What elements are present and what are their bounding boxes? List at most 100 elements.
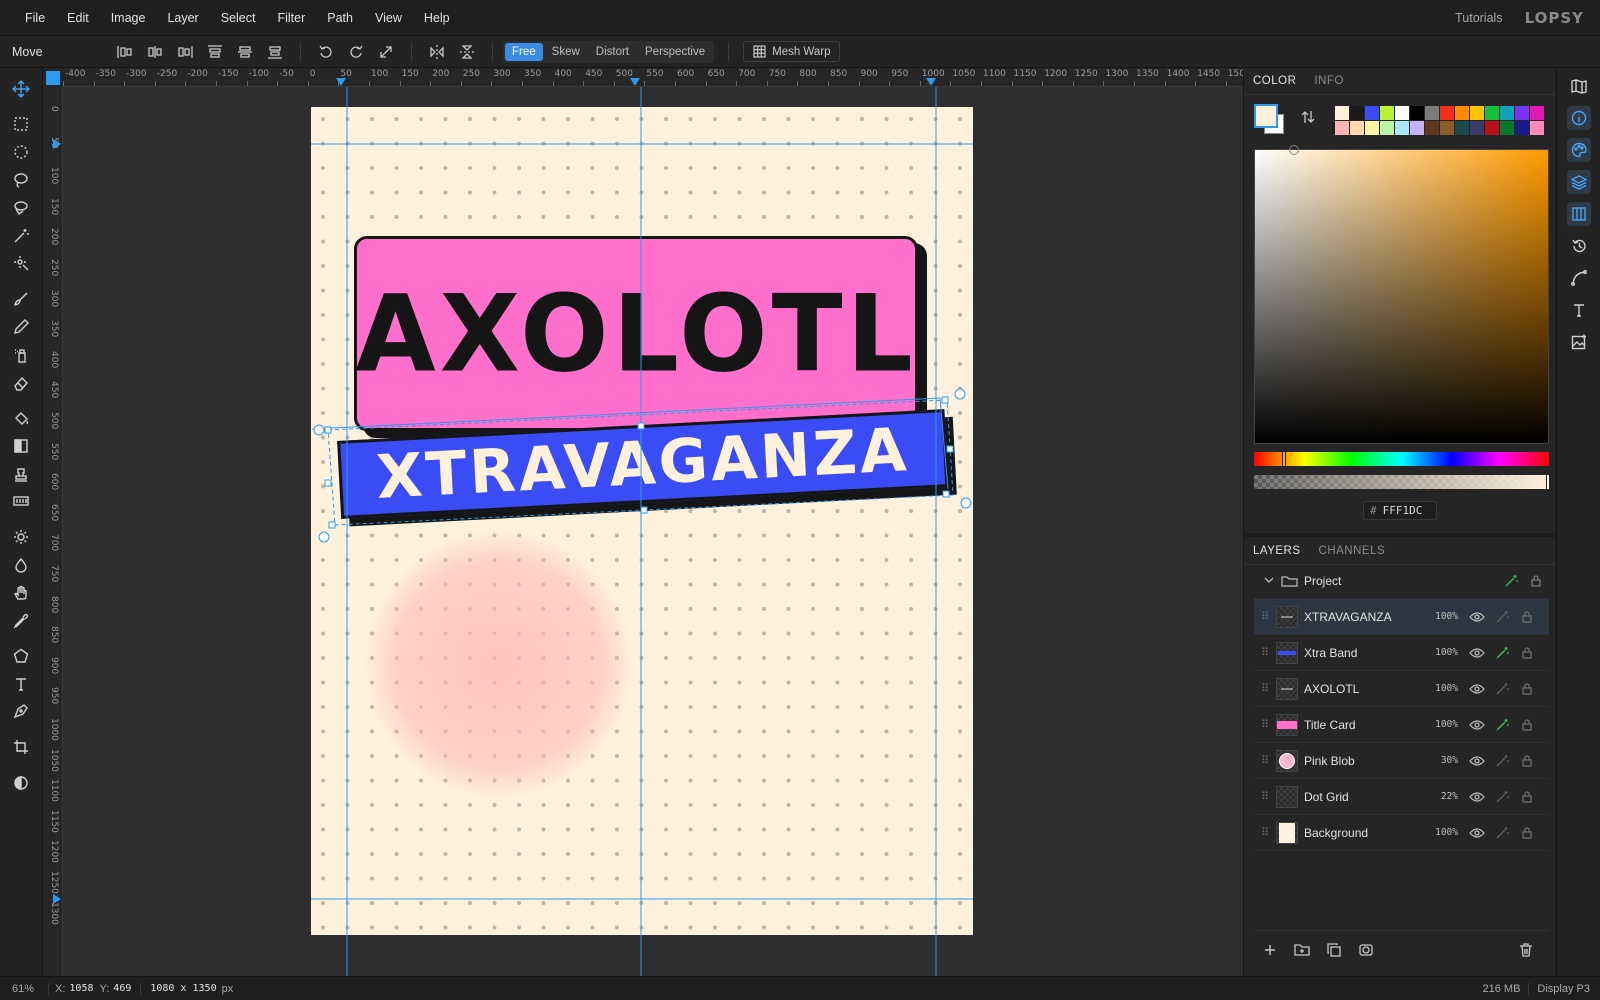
lock-toggle[interactable]	[1514, 718, 1539, 732]
delete-layer-button[interactable]	[1518, 942, 1534, 961]
visibility-toggle[interactable]	[1464, 611, 1489, 623]
visibility-toggle[interactable]	[1464, 647, 1489, 659]
menu-select[interactable]: Select	[210, 11, 267, 25]
color-swatch[interactable]	[1440, 106, 1454, 120]
menu-help[interactable]: Help	[413, 11, 461, 25]
drag-handle-icon[interactable]: ⠿	[1254, 610, 1276, 623]
zoom-level[interactable]: 61%	[0, 983, 42, 995]
canvas-workspace[interactable]: AXOLOTL XTRAVAGANZA	[63, 87, 1243, 976]
guide-marker[interactable]	[53, 139, 61, 149]
layer-row[interactable]: ⠿ Title Card 100%	[1254, 707, 1549, 743]
color-swatch[interactable]	[1515, 106, 1529, 120]
color-swatch[interactable]	[1380, 121, 1394, 135]
navigator-panel-button[interactable]	[1567, 74, 1591, 98]
pen-tool[interactable]	[7, 698, 35, 724]
history-panel-button[interactable]	[1567, 234, 1591, 258]
group-lock-toggle[interactable]	[1523, 574, 1548, 588]
menu-layer[interactable]: Layer	[156, 11, 209, 25]
color-swatch[interactable]	[1530, 106, 1544, 120]
drag-handle-icon[interactable]: ⠿	[1254, 754, 1276, 767]
add-layer-button[interactable]	[1262, 942, 1278, 961]
tab-info[interactable]: INFO	[1305, 68, 1352, 95]
color-swatch[interactable]	[1500, 121, 1514, 135]
tab-layers[interactable]: LAYERS	[1244, 538, 1310, 565]
layer-opacity[interactable]: 100%	[1424, 827, 1458, 838]
color-panel-button[interactable]	[1567, 138, 1591, 162]
drag-handle-icon[interactable]: ⠿	[1254, 826, 1276, 839]
visibility-toggle[interactable]	[1464, 827, 1489, 839]
document-canvas[interactable]: AXOLOTL XTRAVAGANZA	[311, 107, 973, 935]
layer-row[interactable]: ⠿ Dot Grid 22%	[1254, 779, 1549, 815]
color-swatch[interactable]	[1440, 121, 1454, 135]
pattern-tool[interactable]	[7, 488, 35, 514]
flip-vertical-button[interactable]	[454, 41, 480, 63]
mesh-warp-button[interactable]: Mesh Warp	[743, 41, 841, 62]
tab-channels[interactable]: CHANNELS	[1310, 538, 1395, 565]
color-swatch[interactable]	[1410, 121, 1424, 135]
color-swatch[interactable]	[1455, 121, 1469, 135]
mode-distort-button[interactable]: Distort	[589, 43, 636, 61]
layer-row[interactable]: ⠿ Pink Blob 30%	[1254, 743, 1549, 779]
scale-button[interactable]	[373, 41, 399, 63]
hue-slider[interactable]	[1254, 451, 1549, 467]
layer-opacity[interactable]: 22%	[1424, 791, 1458, 802]
lock-toggle[interactable]	[1514, 646, 1539, 660]
saturation-value-picker[interactable]	[1254, 145, 1549, 444]
layer-opacity[interactable]: 100%	[1424, 719, 1458, 730]
rect-select-tool[interactable]	[7, 111, 35, 137]
visibility-toggle[interactable]	[1464, 755, 1489, 767]
duplicate-layer-button[interactable]	[1326, 942, 1342, 961]
menu-edit[interactable]: Edit	[56, 11, 100, 25]
drag-handle-icon[interactable]: ⠿	[1254, 790, 1276, 803]
flip-horizontal-button[interactable]	[424, 41, 450, 63]
hex-value[interactable]: FFF1DC	[1383, 504, 1423, 517]
image-panel-button[interactable]	[1567, 330, 1591, 354]
mode-free-button[interactable]: Free	[505, 42, 543, 61]
menu-file[interactable]: File	[14, 11, 56, 25]
picker-cursor[interactable]	[1289, 145, 1299, 155]
rotate-cw-button[interactable]	[343, 41, 369, 63]
lock-toggle[interactable]	[1514, 790, 1539, 804]
color-swatch[interactable]	[1485, 121, 1499, 135]
color-swatch[interactable]	[1470, 106, 1484, 120]
alpha-slider-handle[interactable]	[1546, 474, 1550, 490]
align-right-button[interactable]	[172, 41, 198, 63]
eyedropper-tool[interactable]	[7, 608, 35, 634]
magnetic-lasso-tool[interactable]	[7, 195, 35, 221]
menu-image[interactable]: Image	[100, 11, 157, 25]
info-panel-button[interactable]	[1567, 106, 1591, 130]
align-center-h-button[interactable]	[142, 41, 168, 63]
paths-panel-button[interactable]	[1567, 266, 1591, 290]
layer-opacity[interactable]: 100%	[1424, 611, 1458, 622]
chevron-down-icon[interactable]	[1258, 575, 1280, 587]
magic-wand-tool[interactable]	[7, 223, 35, 249]
move-tool[interactable]	[7, 76, 35, 102]
drag-handle-icon[interactable]: ⠿	[1254, 682, 1276, 695]
color-swatch[interactable]	[1470, 121, 1484, 135]
guide-marker[interactable]	[336, 78, 346, 86]
layer-row[interactable]: ⠿ Xtra Band 100%	[1254, 635, 1549, 671]
align-left-button[interactable]	[112, 41, 138, 63]
menu-filter[interactable]: Filter	[266, 11, 316, 25]
color-swatch[interactable]	[1410, 106, 1424, 120]
menu-path[interactable]: Path	[316, 11, 364, 25]
crop-tool[interactable]	[7, 734, 35, 760]
color-swatch[interactable]	[1500, 106, 1514, 120]
rotate-ccw-button[interactable]	[313, 41, 339, 63]
text-tool[interactable]	[7, 671, 35, 697]
color-swatch[interactable]	[1335, 121, 1349, 135]
tutorials-link[interactable]: Tutorials	[1455, 11, 1502, 25]
lock-toggle[interactable]	[1514, 754, 1539, 768]
fx-toggle[interactable]	[1489, 790, 1514, 804]
align-middle-button[interactable]	[232, 41, 258, 63]
fx-toggle[interactable]	[1489, 718, 1514, 732]
add-group-button[interactable]	[1294, 942, 1310, 961]
drag-handle-icon[interactable]: ⠿	[1254, 718, 1276, 731]
gradient-tool[interactable]	[7, 433, 35, 459]
align-bottom-button[interactable]	[262, 41, 288, 63]
color-swatch[interactable]	[1335, 106, 1349, 120]
menu-view[interactable]: View	[364, 11, 413, 25]
color-swatch[interactable]	[1530, 121, 1544, 135]
visibility-toggle[interactable]	[1464, 719, 1489, 731]
channels-panel-button[interactable]	[1567, 202, 1591, 226]
